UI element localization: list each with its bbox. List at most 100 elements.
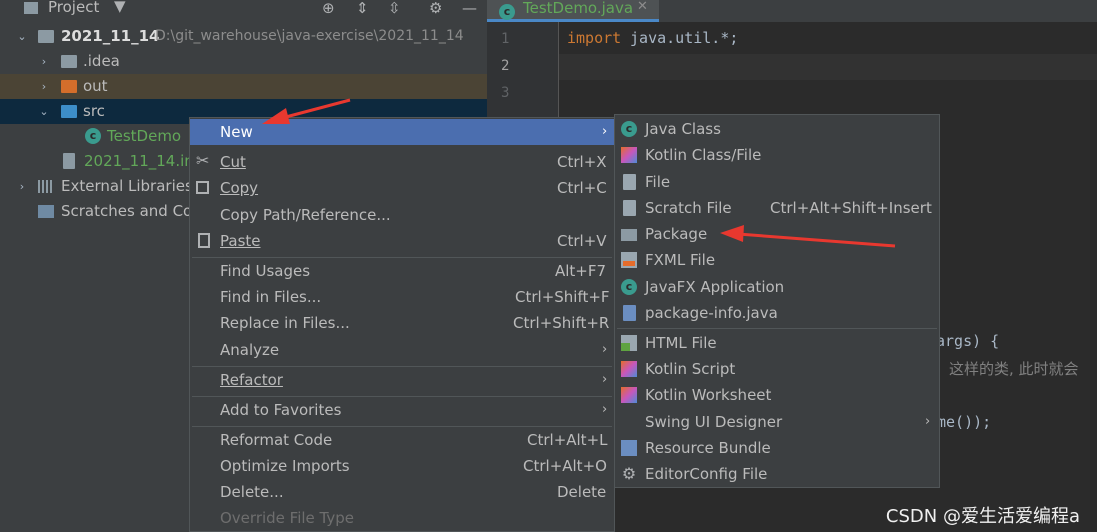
scratches-icon: [38, 205, 54, 218]
copy-icon: [196, 181, 209, 194]
menu-item-label: Override File Type: [220, 509, 354, 527]
chevron-right-icon[interactable]: ›: [37, 49, 51, 74]
submenu-item-javafx-application[interactable]: c JavaFX Application: [615, 274, 939, 300]
chevron-right-icon: ›: [925, 414, 931, 429]
code-keyword: import: [567, 29, 622, 47]
menu-item-label: Refactor: [220, 371, 283, 389]
tree-item-path: D:\git_warehouse\java-exercise\2021_11_1…: [155, 28, 464, 44]
source-folder-icon: [61, 105, 77, 118]
menu-item-label: Java Class: [645, 120, 721, 138]
clipboard-icon: [198, 233, 210, 248]
menu-item-label: Delete...: [220, 483, 284, 501]
menu-item-label: Package: [645, 225, 708, 243]
tree-item-out[interactable]: › out: [0, 74, 487, 99]
tree-item-idea[interactable]: › .idea: [7, 49, 487, 74]
menu-item-shortcut: Ctrl+Alt+O: [523, 457, 607, 475]
menu-item-copy[interactable]: Copy Ctrl+C: [190, 175, 614, 201]
menu-item-shortcut: Ctrl+V: [557, 232, 607, 250]
menu-item-shortcut: Ctrl+Alt+L: [527, 431, 608, 449]
menu-item-label: Find Usages: [220, 262, 311, 280]
submenu-item-package-info[interactable]: package-info.java: [615, 300, 939, 326]
new-submenu: c Java Class Kotlin Class/File File Scra…: [614, 114, 940, 488]
tree-item-project-root[interactable]: ⌄ 2021_11_14 D:\git_warehouse\java-exerc…: [7, 24, 487, 49]
submenu-item-kotlin-script[interactable]: Kotlin Script: [615, 356, 939, 382]
tree-item-label: .idea: [83, 52, 120, 70]
expand-all-icon[interactable]: ⇕: [356, 0, 369, 18]
menu-item-optimize-imports[interactable]: Optimize Imports Ctrl+Alt+O: [190, 453, 614, 479]
menu-item-refactor[interactable]: Refactor ›: [190, 367, 614, 393]
menu-item-label: JavaFX Application: [645, 278, 785, 296]
menu-item-label: Analyze: [220, 341, 280, 359]
menu-item-label: Find in Files...: [220, 288, 322, 306]
scissors-icon: ✂: [196, 151, 210, 170]
menu-item-label: Kotlin Class/File: [645, 146, 762, 164]
submenu-item-swing-ui-designer[interactable]: Swing UI Designer ›: [615, 409, 939, 435]
submenu-item-package[interactable]: Package: [615, 221, 939, 247]
menu-item-analyze[interactable]: Analyze ›: [190, 337, 614, 363]
close-icon[interactable]: ✕: [637, 0, 648, 14]
menu-item-label: Paste: [220, 232, 261, 250]
chevron-right-icon[interactable]: ›: [37, 74, 51, 99]
menu-item-label: Kotlin Worksheet: [645, 386, 772, 404]
menu-item-label: Scratch File: [645, 199, 732, 217]
menu-item-label: Reformat Code: [220, 431, 333, 449]
chevron-down-icon[interactable]: ⌄: [15, 24, 29, 49]
submenu-item-file[interactable]: File: [615, 169, 939, 195]
line-number: 3: [501, 85, 510, 101]
menu-item-shortcut: Ctrl+C: [557, 179, 607, 197]
chevron-down-icon[interactable]: ⌄: [37, 99, 51, 124]
menu-item-label: File: [645, 173, 671, 191]
fxml-file-icon: [621, 252, 637, 268]
menu-item-shortcut: Ctrl+Shift+R: [513, 314, 610, 332]
context-menu: New › ✂ Cut Ctrl+X Copy Ctrl+C Copy Path…: [189, 117, 615, 532]
menu-item-add-to-favorites[interactable]: Add to Favorites ›: [190, 397, 614, 423]
gear-icon[interactable]: ⚙: [429, 0, 442, 18]
submenu-item-java-class[interactable]: c Java Class: [615, 116, 939, 142]
line-number: 1: [501, 31, 510, 47]
submenu-item-kotlin-class[interactable]: Kotlin Class/File: [615, 142, 939, 168]
watermark: CSDN @爱生活爱编程a: [885, 506, 1080, 527]
package-icon: [621, 229, 637, 241]
submenu-item-resource-bundle[interactable]: Resource Bundle: [615, 435, 939, 461]
submenu-item-kotlin-worksheet[interactable]: Kotlin Worksheet: [615, 382, 939, 408]
submenu-item-scratch-file[interactable]: Scratch File Ctrl+Alt+Shift+Insert: [615, 195, 939, 221]
hide-icon[interactable]: —: [462, 0, 477, 18]
tree-item-label: External Libraries: [61, 177, 193, 195]
scratch-file-icon: [623, 200, 636, 216]
submenu-item-html-file[interactable]: HTML File: [615, 330, 939, 356]
chevron-right-icon: ›: [602, 342, 608, 357]
java-class-icon: c: [85, 128, 101, 144]
menu-item-delete[interactable]: Delete... Delete: [190, 479, 614, 505]
project-title[interactable]: Project: [48, 0, 99, 16]
menu-item-reformat-code[interactable]: Reformat Code Ctrl+Alt+L: [190, 427, 614, 453]
chevron-right-icon: ›: [602, 402, 608, 417]
locate-icon[interactable]: ⊕: [322, 0, 335, 18]
menu-item-label: package-info.java: [645, 304, 778, 322]
code-text: java.util.*;: [621, 29, 739, 47]
chevron-right-icon[interactable]: ›: [15, 174, 29, 199]
menu-item-label: Resource Bundle: [645, 439, 771, 457]
code-fragment: args) {: [936, 332, 1000, 350]
submenu-item-fxml-file[interactable]: FXML File: [615, 247, 939, 273]
menu-item-copy-path[interactable]: Copy Path/Reference...: [190, 202, 614, 228]
tab-label: TestDemo.java: [523, 0, 634, 17]
menu-item-replace-in-files[interactable]: Replace in Files... Ctrl+Shift+R: [190, 310, 614, 336]
tree-item-label: out: [83, 77, 108, 95]
current-line-highlight: [559, 54, 1097, 80]
menu-item-new[interactable]: New ›: [190, 119, 614, 145]
collapse-all-icon[interactable]: ⇳: [388, 0, 401, 18]
menu-item-paste[interactable]: Paste Ctrl+V: [190, 228, 614, 254]
tab-testdemo-java[interactable]: c TestDemo.java ✕: [487, 0, 659, 22]
menu-item-find-usages[interactable]: Find Usages Alt+F7: [190, 258, 614, 284]
resource-bundle-icon: [621, 440, 637, 456]
menu-item-label: Add to Favorites: [220, 401, 342, 419]
menu-item-find-in-files[interactable]: Find in Files... Ctrl+Shift+F: [190, 284, 614, 310]
tree-item-label: Scratches and Cor: [61, 202, 199, 220]
menu-item-label: Copy Path/Reference...: [220, 206, 391, 224]
menu-item-label: HTML File: [645, 334, 717, 352]
menu-item-cut[interactable]: ✂ Cut Ctrl+X: [190, 149, 614, 175]
editor-tab-bar: c TestDemo.java ✕: [487, 0, 1097, 22]
submenu-item-editorconfig-file[interactable]: ⚙ EditorConfig File: [615, 461, 939, 487]
html-file-icon: [621, 335, 637, 351]
chevron-down-icon[interactable]: ▼: [114, 0, 126, 16]
